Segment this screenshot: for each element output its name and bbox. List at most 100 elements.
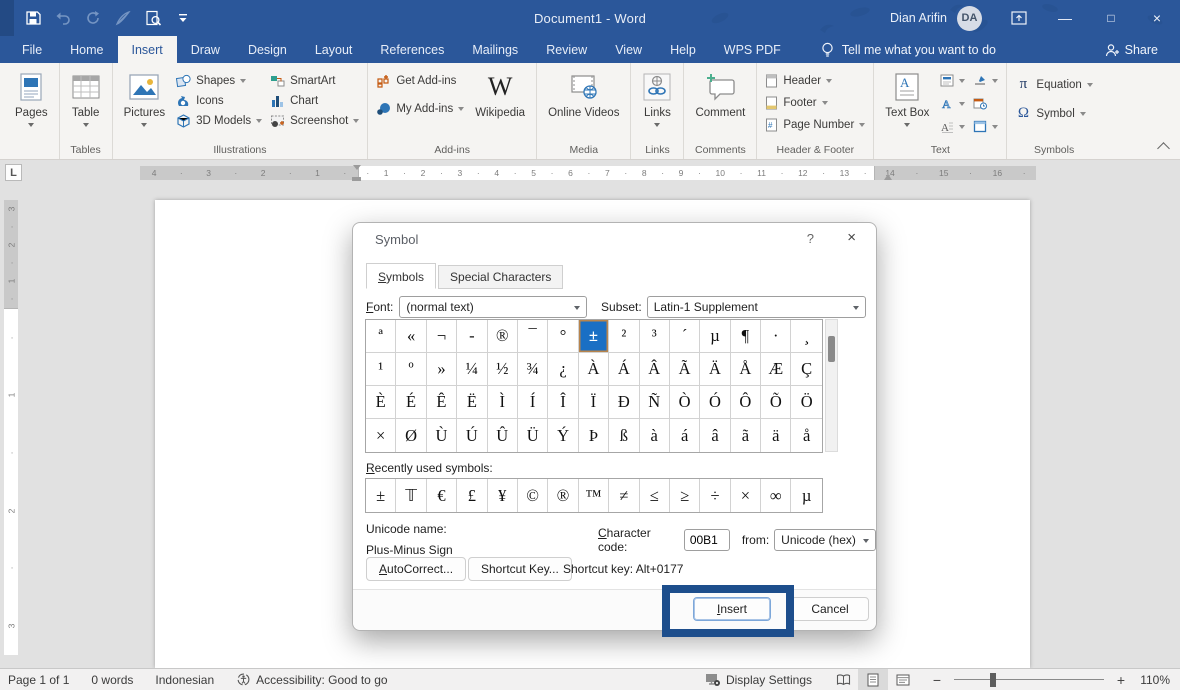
symbol-cell[interactable]: µ <box>700 320 730 353</box>
recent-symbol-cell[interactable]: © <box>518 479 548 512</box>
symbol-cell[interactable]: á <box>670 419 700 452</box>
text-box-button[interactable]: A Text Box <box>879 67 935 130</box>
symbol-cell[interactable]: ³ <box>640 320 670 353</box>
get-addins-button[interactable]: Get Add-ins <box>373 73 467 89</box>
symbol-cell[interactable]: Ë <box>457 386 487 419</box>
print-preview-button[interactable] <box>140 5 166 31</box>
symbol-cell[interactable]: « <box>396 320 426 353</box>
recent-symbol-cell[interactable]: ≠ <box>609 479 639 512</box>
ribbon-tab[interactable]: Design <box>234 36 301 63</box>
user-name[interactable]: Dian Arifin <box>890 11 947 25</box>
word-count[interactable]: 0 words <box>91 673 133 687</box>
save-button[interactable] <box>20 5 46 31</box>
online-videos-button[interactable]: Online Videos <box>542 67 625 120</box>
symbol-cell[interactable]: Û <box>488 419 518 452</box>
ribbon-tab[interactable]: Mailings <box>458 36 532 63</box>
symbol-cell[interactable]: ² <box>609 320 639 353</box>
symbol-cell[interactable]: Â <box>640 353 670 386</box>
zoom-out-button[interactable]: − <box>930 672 944 688</box>
recent-symbol-cell[interactable]: £ <box>457 479 487 512</box>
symbol-button[interactable]: Ω Symbol <box>1012 104 1095 123</box>
ribbon-tab[interactable]: Layout <box>301 36 367 63</box>
recent-symbol-cell[interactable]: ® <box>548 479 578 512</box>
symbol-cell[interactable]: ½ <box>488 353 518 386</box>
recent-symbol-cell[interactable]: µ <box>791 479 821 512</box>
symbol-cell[interactable]: ® <box>488 320 518 353</box>
undo-button[interactable] <box>50 5 76 31</box>
symbol-cell[interactable]: Á <box>609 353 639 386</box>
ribbon-tab[interactable]: Review <box>532 36 601 63</box>
dialog-close-icon[interactable]: × <box>847 229 856 246</box>
table-button[interactable]: Table <box>65 67 107 130</box>
page-number-button[interactable]: # Page Number <box>762 117 868 133</box>
zoom-slider-thumb[interactable] <box>990 673 996 687</box>
symbol-cell[interactable]: × <box>366 419 396 452</box>
ribbon-tab[interactable]: Insert <box>118 36 177 63</box>
zoom-in-button[interactable]: + <box>1114 672 1128 688</box>
symbol-cell[interactable]: Ì <box>488 386 518 419</box>
symbol-cell[interactable]: º <box>396 353 426 386</box>
icons-button[interactable]: Icons <box>173 93 265 109</box>
customize-qat-button[interactable] <box>170 5 196 31</box>
pages-button[interactable]: Pages <box>9 67 54 130</box>
zoom-level[interactable]: 110% <box>1128 673 1170 687</box>
symbol-cell[interactable]: » <box>427 353 457 386</box>
symbol-cell[interactable]: ¹ <box>366 353 396 386</box>
symbol-cell[interactable]: É <box>396 386 426 419</box>
screenshot-button[interactable]: Screenshot <box>267 113 362 129</box>
collapse-ribbon-icon[interactable] <box>1157 142 1170 155</box>
symbol-cell[interactable]: ß <box>609 419 639 452</box>
read-mode-button[interactable] <box>828 669 858 690</box>
ribbon-tab[interactable]: References <box>366 36 458 63</box>
autocorrect-button[interactable]: AutoCorrect... <box>366 557 466 581</box>
symbol-cell[interactable]: ª <box>366 320 396 353</box>
recent-symbol-cell[interactable]: ¥ <box>488 479 518 512</box>
language-indicator[interactable]: Indonesian <box>155 673 214 687</box>
ribbon-tab[interactable]: WPS PDF <box>710 36 795 63</box>
symbol-cell[interactable]: Æ <box>761 353 791 386</box>
tab-special-characters[interactable]: Special Characters <box>438 265 563 289</box>
symbol-cell[interactable]: ± <box>579 320 609 353</box>
symbol-cell[interactable]: Þ <box>579 419 609 452</box>
tab-symbols[interactable]: Symbols <box>366 263 436 289</box>
my-addins-button[interactable]: My Add-ins <box>373 101 467 117</box>
right-indent-icon[interactable] <box>884 170 892 180</box>
symbol-cell[interactable]: Õ <box>761 386 791 419</box>
horizontal-ruler[interactable]: 4·3·2·1· ·1·2·3·4·5·6·7·8·9·10·11·12·13·… <box>140 166 1036 180</box>
symbol-cell[interactable]: Ú <box>457 419 487 452</box>
recent-symbol-cell[interactable]: € <box>427 479 457 512</box>
font-select[interactable]: (normal text) <box>399 296 587 318</box>
symbol-cell[interactable]: Í <box>518 386 548 419</box>
symbol-cell[interactable]: Ý <box>548 419 578 452</box>
vertical-ruler[interactable]: 3·2·1· ·1·2·3 <box>4 200 18 655</box>
smartart-button[interactable]: SmartArt <box>267 73 362 89</box>
quick-parts-button[interactable] <box>937 73 968 88</box>
symbol-cell[interactable]: Å <box>731 353 761 386</box>
symbol-cell[interactable]: Ò <box>670 386 700 419</box>
ribbon-tab[interactable]: Home <box>56 36 117 63</box>
share-button[interactable]: Share <box>1105 36 1158 63</box>
page-indicator[interactable]: Page 1 of 1 <box>8 673 69 687</box>
scrollbar-thumb[interactable] <box>828 336 835 362</box>
ribbon-tab[interactable]: File <box>8 36 56 63</box>
equation-button[interactable]: π Equation <box>1012 75 1095 94</box>
symbol-cell[interactable]: ¿ <box>548 353 578 386</box>
drop-cap-button[interactable]: A <box>937 119 968 134</box>
symbol-cell[interactable]: ¼ <box>457 353 487 386</box>
avatar[interactable]: DA <box>957 6 982 31</box>
pictures-button[interactable]: Pictures <box>118 67 172 130</box>
symbol-cell[interactable]: Ã <box>670 353 700 386</box>
maximize-button[interactable]: □ <box>1088 0 1134 36</box>
display-settings-button[interactable]: Display Settings <box>705 673 812 687</box>
chart-button[interactable]: Chart <box>267 93 362 109</box>
recent-symbol-cell[interactable]: ∞ <box>761 479 791 512</box>
symbol-cell[interactable]: Ó <box>700 386 730 419</box>
symbol-cell[interactable]: Ü <box>518 419 548 452</box>
symbol-cell[interactable]: ¯ <box>518 320 548 353</box>
recent-symbol-cell[interactable]: 𝕋 <box>396 479 426 512</box>
recent-symbol-cell[interactable]: ÷ <box>700 479 730 512</box>
symbol-cell[interactable]: À <box>579 353 609 386</box>
ribbon-display-options-button[interactable] <box>996 0 1042 36</box>
subset-select[interactable]: Latin-1 Supplement <box>647 296 866 318</box>
signature-line-button[interactable] <box>970 73 1001 88</box>
